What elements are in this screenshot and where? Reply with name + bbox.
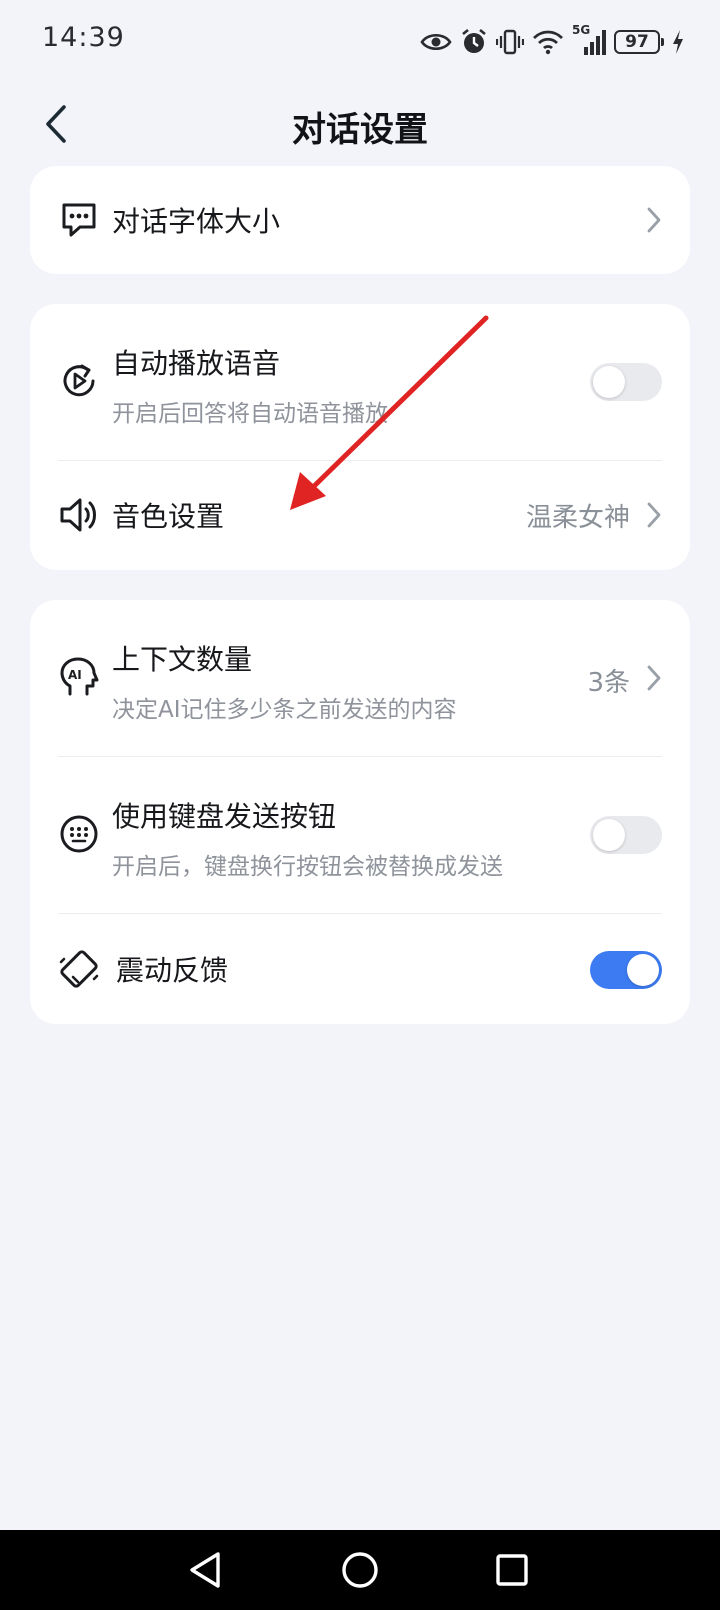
- charging-icon: [672, 29, 684, 55]
- voice-settings-card: 自动播放语音 开启后回答将自动语音播放 音色设置 温柔女神: [30, 304, 690, 570]
- speaker-icon: [58, 494, 100, 536]
- vibration-label: 震动反馈: [116, 954, 229, 987]
- conversation-options-card: AI 上下文数量 决定AI记住多少条之前发送的内容 3条 使用键盘发送按钮 开启…: [30, 600, 690, 1024]
- signal-icon: 5G: [572, 23, 606, 57]
- battery-icon: 97: [614, 30, 664, 54]
- status-bar: 14:39 5G 97: [0, 0, 720, 84]
- keyboard-send-toggle[interactable]: [590, 816, 662, 854]
- timbre-row[interactable]: 音色设置 温柔女神: [30, 461, 690, 570]
- page-title: 对话设置: [292, 110, 428, 150]
- wifi-icon: [532, 29, 564, 55]
- auto-play-label: 自动播放语音: [112, 347, 281, 380]
- font-settings-card: 对话字体大小: [30, 166, 690, 274]
- toggle-knob: [627, 954, 659, 986]
- font-size-label: 对话字体大小: [112, 205, 281, 238]
- auto-play-row: 自动播放语音 开启后回答将自动语音播放: [30, 304, 690, 460]
- chevron-right-icon: [647, 502, 661, 528]
- circle-home-icon: [342, 1552, 378, 1588]
- nav-recents-button[interactable]: [490, 1548, 534, 1592]
- chevron-right-icon: [647, 665, 661, 691]
- square-recents-icon: [496, 1554, 528, 1586]
- vibration-row: 震动反馈: [30, 914, 690, 1024]
- chevron-right-icon: [647, 207, 661, 233]
- context-count-label: 上下文数量: [112, 643, 253, 676]
- vibration-toggle[interactable]: [590, 951, 662, 989]
- keyboard-send-row: 使用键盘发送按钮 开启后，键盘换行按钮会被替换成发送: [30, 757, 690, 913]
- svg-text:AI: AI: [68, 668, 82, 682]
- timbre-value: 温柔女神: [525, 503, 630, 533]
- auto-play-toggle[interactable]: [590, 363, 662, 401]
- status-time: 14:39: [42, 22, 125, 53]
- header: 对话设置: [0, 84, 720, 168]
- toggle-knob: [593, 819, 625, 851]
- nav-back-button[interactable]: [184, 1548, 228, 1592]
- context-count-row[interactable]: AI 上下文数量 决定AI记住多少条之前发送的内容 3条: [30, 600, 690, 756]
- keyboard-send-description: 开启后，键盘换行按钮会被替换成发送: [112, 854, 503, 880]
- eye-icon: [420, 31, 452, 53]
- context-count-description: 决定AI记住多少条之前发送的内容: [112, 697, 457, 723]
- ai-head-icon: AI: [58, 656, 100, 698]
- keyboard-send-label: 使用键盘发送按钮: [112, 800, 337, 833]
- triangle-back-icon: [190, 1552, 220, 1588]
- keyboard-icon: [58, 813, 100, 855]
- replay-play-icon: [58, 360, 100, 402]
- status-icons: 5G 97: [420, 23, 684, 60]
- chat-bubble-icon: [58, 199, 100, 241]
- timbre-label: 音色设置: [112, 500, 225, 533]
- font-size-row[interactable]: 对话字体大小: [30, 166, 690, 274]
- auto-play-description: 开启后回答将自动语音播放: [112, 401, 388, 427]
- vibration-icon: [58, 948, 100, 990]
- vibrate-icon: [496, 28, 524, 56]
- navigation-bar: [0, 1530, 720, 1610]
- toggle-knob: [593, 366, 625, 398]
- nav-home-button[interactable]: [338, 1548, 382, 1592]
- context-count-value: 3条: [587, 668, 630, 698]
- alarm-icon: [460, 28, 488, 56]
